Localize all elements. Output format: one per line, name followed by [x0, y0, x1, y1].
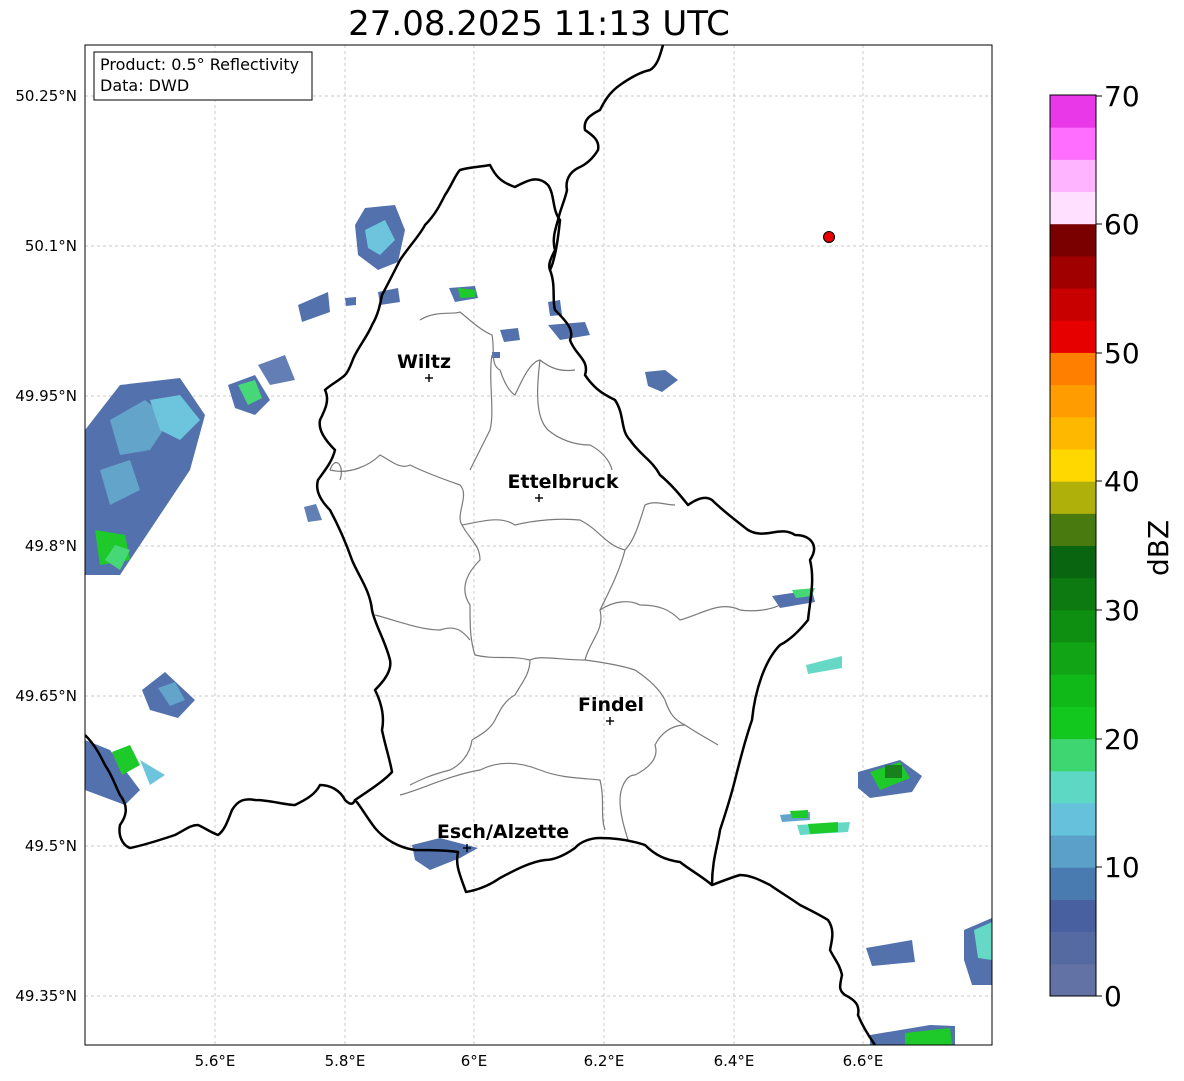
radar-site-marker [823, 231, 835, 243]
y-tick-label: 49.95°N [15, 387, 77, 405]
y-tick-label: 49.8°N [25, 537, 77, 555]
colorbar-segment [1050, 577, 1096, 611]
colorbar-segment [1050, 352, 1096, 386]
colorbar-tick-label: 20 [1104, 723, 1140, 756]
echo-cell [258, 355, 295, 385]
colorbar-tick-label: 0 [1104, 980, 1122, 1013]
colorbar-segment [1050, 191, 1096, 225]
y-tick-label: 49.5°N [25, 837, 77, 855]
echo-cell [500, 328, 520, 342]
city-markers [425, 374, 614, 852]
x-tick-label: 6.4°E [714, 1052, 755, 1070]
colorbar-segment [1050, 867, 1096, 900]
colorbar-segment [1050, 835, 1096, 868]
radar-echoes [85, 205, 992, 1045]
colorbar-tick-label: 30 [1104, 594, 1140, 627]
echo-cell [304, 504, 322, 522]
colorbar-segment [1050, 255, 1096, 289]
echo-cell [866, 940, 915, 966]
x-tick-label: 6.6°E [843, 1052, 884, 1070]
city-label-ettelbruck: Ettelbruck [508, 471, 619, 493]
colorbar-tick-label: 50 [1104, 337, 1140, 370]
echo-cell [808, 822, 838, 834]
colorbar-segment [1050, 416, 1096, 450]
colorbar-segment [1050, 223, 1096, 257]
colorbar-segment [1050, 738, 1096, 772]
echo-cell [298, 292, 330, 322]
info-source: Data: DWD [100, 76, 189, 95]
colorbar-segment [1050, 963, 1096, 997]
colorbar-tick-label: 40 [1104, 465, 1140, 498]
echo-cell [806, 656, 842, 674]
x-tick-label: 5.8°E [325, 1052, 366, 1070]
city-label-esch: Esch/Alzette [437, 821, 569, 843]
echo-cell [885, 765, 902, 778]
y-tick-label: 50.1°N [25, 237, 77, 255]
echo-cell [790, 810, 808, 818]
x-tick-label: 5.6°E [195, 1052, 236, 1070]
x-tick-label: 6.2°E [584, 1052, 625, 1070]
echo-cell [140, 760, 165, 785]
colorbar-segment [1050, 609, 1096, 643]
colorbar-segment [1050, 288, 1096, 321]
colorbar-segment [1050, 642, 1096, 675]
colorbar-segment [1050, 481, 1096, 514]
country-borders [85, 45, 877, 1045]
colorbar-segment [1050, 545, 1096, 579]
echo-cell [645, 370, 678, 392]
echo-cell [345, 297, 356, 306]
colorbar-segment [1050, 127, 1096, 160]
gridlines [85, 45, 992, 1045]
colorbar-segment [1050, 802, 1096, 836]
colorbar-tick-label: 10 [1104, 851, 1140, 884]
canton-borders [329, 311, 781, 841]
y-tick-label: 50.25°N [15, 87, 77, 105]
colorbar-label: dBZ [1142, 520, 1175, 576]
colorbar-segment [1050, 448, 1096, 482]
colorbar-tick-label: 70 [1104, 80, 1140, 113]
info-product: Product: 0.5° Reflectivity [100, 55, 299, 74]
colorbar-segment [1050, 674, 1096, 707]
map-frame [84, 44, 993, 1046]
colorbar-segment [1050, 513, 1096, 546]
info-box: Product: 0.5° Reflectivity Data: DWD [93, 51, 313, 101]
colorbar-segment [1050, 95, 1096, 128]
city-label-wiltz: Wiltz [397, 351, 451, 373]
x-tick-label: 6°E [461, 1052, 488, 1070]
radar-map: Wiltz Ettelbruck Findel Esch/Alzette Pro… [15, 44, 1175, 1070]
colorbar-segment [1050, 159, 1096, 193]
colorbar-segment [1050, 770, 1096, 804]
colorbar-segment [1050, 899, 1096, 933]
colorbar [1050, 95, 1096, 997]
colorbar-segment [1050, 320, 1096, 353]
city-label-findel: Findel [578, 694, 644, 716]
colorbar-tick-label: 60 [1104, 208, 1140, 241]
y-tick-label: 49.35°N [15, 987, 77, 1005]
colorbar-segment [1050, 931, 1096, 965]
colorbar-segment [1050, 384, 1096, 418]
colorbar-segment [1050, 706, 1096, 740]
y-tick-label: 49.65°N [15, 687, 77, 705]
